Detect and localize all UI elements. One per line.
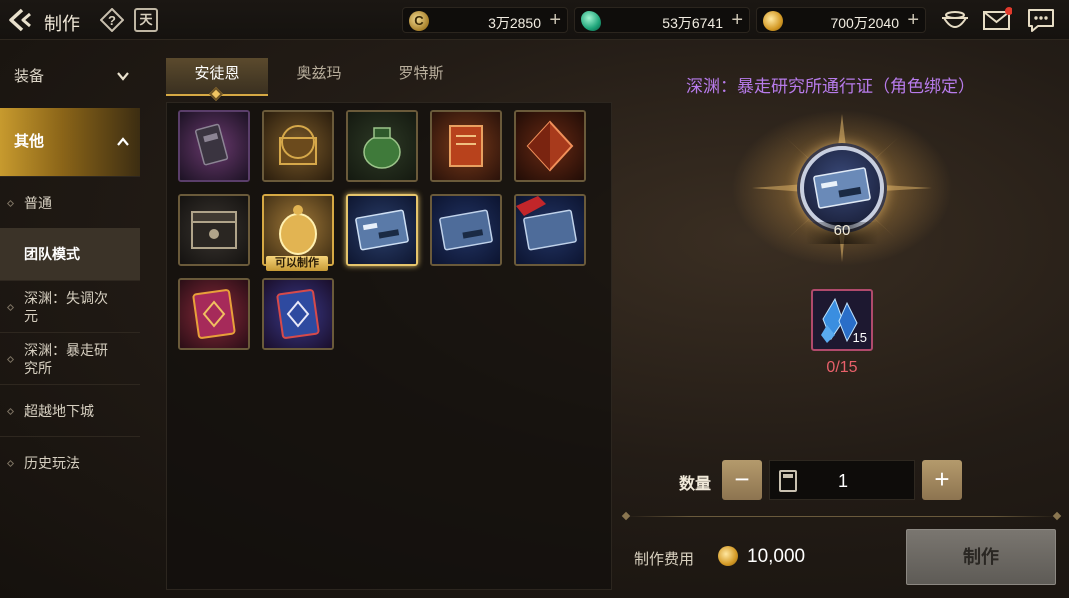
category-label: 其他 (14, 133, 45, 150)
quantity-label: 数量 (679, 476, 712, 493)
sidebar-item-label: 深渊：失调次元 (24, 289, 108, 324)
bullet-icon (6, 303, 15, 312)
ticket-purple-icon[interactable] (178, 110, 250, 182)
quantity-value: 1 (837, 471, 848, 491)
page-title: 制作 (44, 14, 80, 34)
red-crystal-icon[interactable] (514, 110, 586, 182)
craftable-badge: 可以制作 (266, 256, 328, 271)
bullet-icon (6, 199, 15, 208)
currency-gold: 700万2040 + (756, 7, 926, 33)
gold-c-coin-icon: C (409, 11, 429, 31)
category-sidebar: 装备 其他 普通 团队模式 深渊：失调次元 深渊：暴走研究所 超越地下城 历史玩… (0, 52, 140, 488)
quantity-input[interactable]: 1 (769, 460, 915, 500)
tab-ozma[interactable]: 奥兹玛 (268, 58, 370, 96)
mail-icon[interactable] (982, 6, 1013, 34)
cost-label: 制作费用 (634, 551, 695, 568)
calendar-icon[interactable]: 天 (134, 8, 158, 32)
divider-end-icon (1052, 511, 1062, 521)
material-progress: 0/15 (826, 359, 858, 376)
gold-coin-icon (718, 546, 738, 566)
category-label: 装备 (14, 68, 45, 85)
divider (626, 516, 1058, 517)
treasure-pot-icon[interactable] (940, 6, 970, 34)
increase-quantity-button[interactable]: + (922, 460, 962, 500)
currency-value: 53万6741 (662, 15, 723, 31)
gold-coin-icon (763, 11, 783, 31)
make-button[interactable]: 制作 (906, 529, 1056, 585)
currency-crystal: 53万6741 + (574, 7, 750, 33)
currency-value: 3万2850 (488, 15, 541, 31)
decrease-quantity-button[interactable]: − (722, 460, 762, 500)
chat-icon[interactable] (1026, 6, 1056, 34)
bullet-icon (6, 355, 15, 364)
abyss-pass-ticket-icon[interactable] (346, 194, 418, 266)
add-currency-button[interactable]: + (731, 9, 743, 31)
red-card-icon[interactable] (178, 278, 250, 350)
sidebar-item-raid[interactable]: 团队模式 (0, 228, 140, 280)
category-equipment[interactable]: 装备 (0, 52, 140, 102)
help-icon[interactable]: ? (99, 7, 125, 33)
bullet-icon (6, 407, 15, 416)
blue-red-card-icon[interactable] (262, 278, 334, 350)
red-scroll-icon[interactable] (430, 110, 502, 182)
cost-value: 10,000 (747, 546, 806, 567)
sidebar-item-abyss-dimension[interactable]: 深渊：失调次元 (0, 280, 140, 332)
sidebar-item-label: 超越地下城 (24, 402, 94, 419)
currency-value: 700万2040 (830, 15, 899, 31)
svg-text:?: ? (108, 13, 116, 28)
green-jar-icon[interactable] (346, 110, 418, 182)
sidebar-item-label: 深渊：暴走研究所 (24, 341, 108, 376)
green-crystal-icon (581, 11, 601, 31)
sidebar-item-beyond-dungeon[interactable]: 超越地下城 (0, 384, 140, 436)
sidebar-item-label: 团队模式 (24, 246, 80, 262)
category-other[interactable]: 其他 (0, 108, 140, 176)
material-quantity: 15 (852, 330, 867, 345)
divider-end-icon (621, 511, 631, 521)
top-bar: 制作 ? 天 C 3万2850 + 53万6741 + 700万2040 + (0, 0, 1069, 40)
ribbon-ticket-icon[interactable] (514, 194, 586, 266)
add-currency-button[interactable]: + (549, 9, 561, 31)
blue-ticket-icon[interactable] (430, 194, 502, 266)
sidebar-item-normal[interactable]: 普通 (0, 176, 140, 228)
material-slot[interactable]: 15 (811, 289, 873, 351)
currency-c-coin: C 3万2850 + (402, 7, 568, 33)
bullet-icon (6, 459, 15, 468)
selected-item-icon (800, 146, 884, 230)
back-arrow-icon[interactable] (6, 7, 36, 33)
add-currency-button[interactable]: + (907, 9, 919, 31)
sidebar-item-label: 普通 (24, 194, 52, 211)
sidebar-item-abyss-lab[interactable]: 深渊：暴走研究所 (0, 332, 140, 384)
sidebar-item-label: 历史玩法 (24, 454, 80, 471)
item-title: 深渊：暴走研究所通行证（角色绑定） (686, 77, 975, 96)
item-output-count: 60 (806, 222, 878, 244)
dark-chest-icon[interactable] (178, 194, 250, 266)
tab-rotus[interactable]: 罗特斯 (370, 58, 472, 96)
golden-chest-icon[interactable] (262, 110, 334, 182)
sidebar-item-history[interactable]: 历史玩法 (0, 436, 140, 488)
